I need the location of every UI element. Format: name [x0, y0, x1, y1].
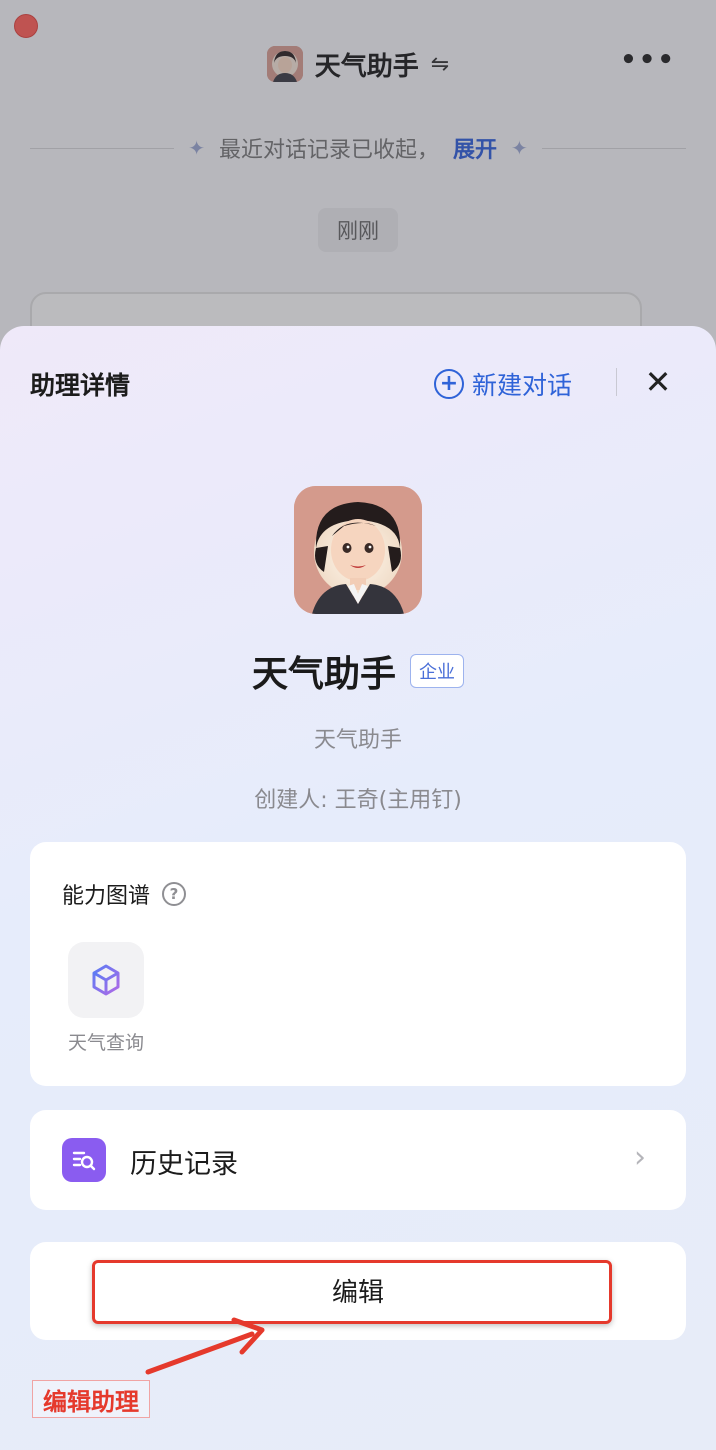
- skill-weather-query[interactable]: [68, 942, 144, 1018]
- history-row[interactable]: 历史记录 ›: [30, 1110, 686, 1210]
- new-chat-label: 新建对话: [472, 371, 573, 400]
- plus-circle-icon: +: [434, 369, 464, 399]
- creator-info: 创建人: 王奇(主用钉): [254, 788, 462, 813]
- assistant-details-sheet: 助理详情 + 新建对话 ✕ 天气助手 企业 天气助手 创建人: 王奇(主用钉) …: [0, 326, 716, 1450]
- cube-icon: [92, 964, 120, 996]
- abilities-title: 能力图谱: [62, 884, 151, 909]
- edit-button[interactable]: 编辑: [30, 1242, 686, 1340]
- search-list-icon: [62, 1138, 106, 1182]
- sheet-title: 助理详情: [30, 371, 131, 400]
- header-divider: [616, 368, 617, 396]
- new-chat-button[interactable]: + 新建对话: [434, 364, 572, 404]
- abilities-header: 能力图谱 ?: [62, 878, 187, 910]
- skill-label: 天气查询: [67, 1032, 144, 1054]
- abilities-card: 能力图谱 ? 天气查询: [30, 842, 686, 1086]
- annotation-arrow: [145, 1317, 265, 1375]
- close-icon[interactable]: ✕: [640, 362, 676, 402]
- chevron-right-icon: ›: [634, 1140, 646, 1175]
- annotation-text: 编辑助理: [43, 1387, 139, 1416]
- annotation-label: 编辑助理: [32, 1380, 150, 1418]
- assistant-name-row: 天气助手 企业: [0, 646, 716, 696]
- enterprise-badge: 企业: [410, 654, 464, 688]
- history-label: 历史记录: [130, 1149, 238, 1180]
- help-icon[interactable]: ?: [162, 882, 187, 906]
- assistant-avatar: [294, 486, 422, 614]
- assistant-description: 天气助手: [313, 728, 402, 753]
- assistant-name: 天气助手: [251, 654, 396, 695]
